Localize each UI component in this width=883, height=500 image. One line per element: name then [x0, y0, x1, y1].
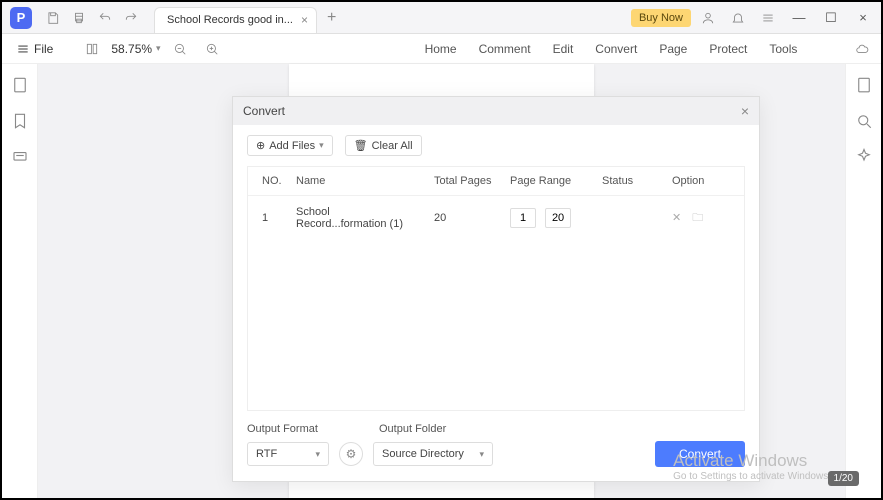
chevron-down-icon: ▾ — [319, 140, 324, 151]
col-name: Name — [290, 167, 428, 196]
ai-panel-icon[interactable] — [855, 148, 873, 166]
save-icon[interactable] — [40, 5, 66, 31]
chevron-down-icon: ▾ — [315, 449, 320, 460]
new-tab-icon[interactable]: + — [327, 9, 336, 27]
col-no: NO. — [248, 167, 290, 196]
format-value: RTF — [256, 448, 277, 460]
zoom-out-icon[interactable] — [167, 36, 193, 62]
folder-value: Source Directory — [382, 448, 464, 460]
file-label: File — [34, 42, 53, 56]
main-toolbar: File 58.75% ▾ Home Comment Edit Convert … — [2, 34, 881, 64]
redo-icon[interactable] — [118, 5, 144, 31]
tab-title: School Records good in... — [167, 14, 293, 26]
close-window-button[interactable]: × — [849, 4, 877, 32]
bookmark-panel-icon[interactable] — [11, 112, 29, 130]
right-sidebar — [845, 64, 881, 498]
add-files-label: Add Files — [269, 140, 315, 152]
document-tab[interactable]: School Records good in... × — [154, 7, 317, 33]
zoom-value: 58.75% — [111, 42, 152, 56]
menu-convert[interactable]: Convert — [595, 42, 637, 56]
menu-edit[interactable]: Edit — [553, 42, 574, 56]
app-logo: P — [10, 7, 32, 29]
cell-total: 20 — [428, 196, 504, 241]
chevron-down-icon: ▾ — [479, 449, 484, 460]
zoom-in-icon[interactable] — [199, 36, 225, 62]
page-indicator[interactable]: 1/20 — [828, 471, 859, 486]
clear-all-button[interactable]: 🗑 Clear All — [345, 135, 422, 156]
dialog-close-icon[interactable]: × — [741, 103, 749, 119]
menu-tools[interactable]: Tools — [769, 42, 797, 56]
menu-protect[interactable]: Protect — [709, 42, 747, 56]
cell-option: ✕ 🗀 — [666, 196, 744, 241]
add-files-button[interactable]: ⊕ Add Files ▾ — [247, 135, 333, 156]
remove-row-icon[interactable]: ✕ — [672, 212, 681, 224]
output-format-label: Output Format — [247, 423, 379, 435]
file-table: NO. Name Total Pages Page Range Status O… — [247, 166, 745, 411]
maximize-button[interactable]: ☐ — [817, 4, 845, 32]
thumbnail-icon[interactable] — [79, 36, 105, 62]
zoom-dropdown[interactable]: 58.75% ▾ — [111, 42, 160, 56]
col-status: Status — [596, 167, 666, 196]
clear-all-label: Clear All — [372, 140, 413, 152]
menu-home[interactable]: Home — [425, 42, 457, 56]
convert-button[interactable]: Convert — [655, 441, 745, 467]
menu-bar: Home Comment Edit Convert Page Protect T… — [425, 42, 798, 56]
menu-page[interactable]: Page — [659, 42, 687, 56]
open-folder-icon[interactable]: 🗀 — [692, 212, 703, 224]
properties-panel-icon[interactable] — [855, 76, 873, 94]
file-menu[interactable]: File — [8, 42, 61, 56]
col-total: Total Pages — [428, 167, 504, 196]
menu-icon[interactable] — [755, 5, 781, 31]
plus-icon: ⊕ — [256, 139, 265, 152]
thumbnails-panel-icon[interactable] — [11, 76, 29, 94]
trash-icon: 🗑 — [354, 139, 368, 152]
left-sidebar — [2, 64, 38, 498]
range-from-input[interactable] — [510, 208, 536, 228]
user-icon[interactable] — [695, 5, 721, 31]
tab-close-icon[interactable]: × — [301, 13, 308, 27]
cell-range — [504, 196, 596, 241]
print-icon[interactable] — [66, 5, 92, 31]
output-folder-label: Output Folder — [379, 423, 446, 435]
menu-comment[interactable]: Comment — [479, 42, 531, 56]
convert-dialog: Convert × ⊕ Add Files ▾ 🗑 Clear All NO. … — [232, 96, 760, 482]
minimize-button[interactable]: — — [785, 4, 813, 32]
cell-name: School Record...formation (1) — [290, 196, 428, 241]
annotations-panel-icon[interactable] — [11, 148, 29, 166]
buy-now-button[interactable]: Buy Now — [631, 9, 691, 27]
cell-status — [596, 196, 666, 241]
col-range: Page Range — [504, 167, 596, 196]
undo-icon[interactable] — [92, 5, 118, 31]
output-folder-select[interactable]: Source Directory ▾ — [373, 442, 493, 466]
cloud-icon[interactable] — [849, 36, 875, 62]
cell-no: 1 — [248, 196, 290, 241]
range-to-input[interactable] — [545, 208, 571, 228]
dialog-header[interactable]: Convert × — [233, 97, 759, 125]
search-panel-icon[interactable] — [855, 112, 873, 130]
table-row[interactable]: 1 School Record...formation (1) 20 ✕ 🗀 — [248, 196, 744, 241]
output-format-select[interactable]: RTF ▾ — [247, 442, 329, 466]
gear-icon: ⚙ — [346, 447, 357, 461]
bell-icon[interactable] — [725, 5, 751, 31]
format-settings-button[interactable]: ⚙ — [339, 442, 363, 466]
dialog-title: Convert — [243, 104, 285, 118]
col-option: Option — [666, 167, 744, 196]
chevron-down-icon: ▾ — [156, 43, 161, 54]
titlebar: P School Records good in... × + Buy Now … — [2, 2, 881, 34]
